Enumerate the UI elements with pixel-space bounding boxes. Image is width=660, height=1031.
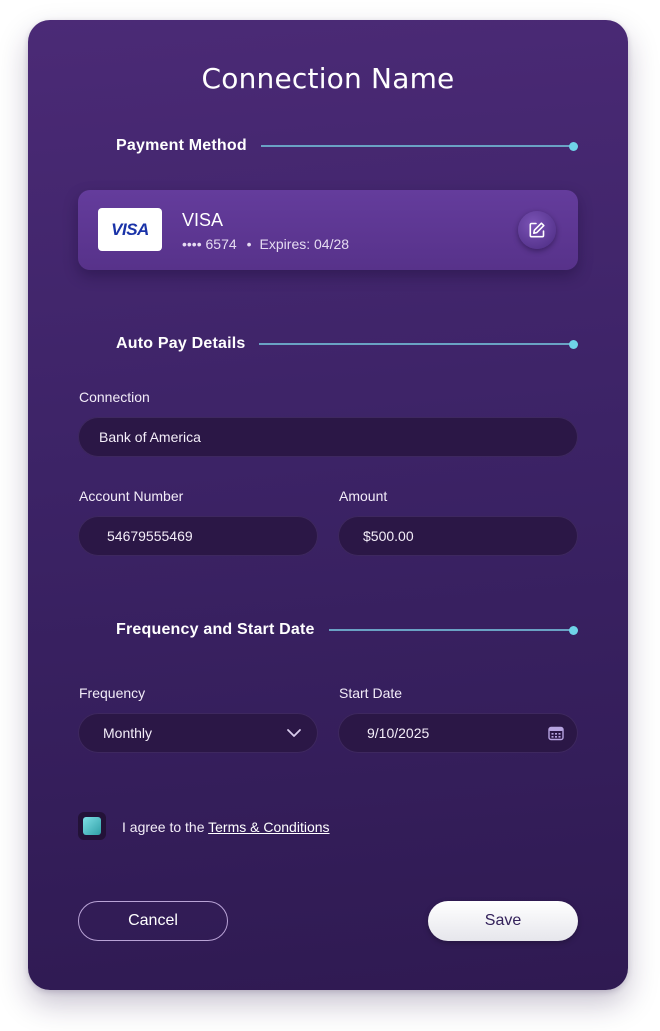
terms-prefix: I agree to the <box>122 819 209 835</box>
divider-line <box>260 145 570 147</box>
start-date-value: 9/10/2025 <box>367 725 430 741</box>
frequency-label: Frequency <box>79 685 146 701</box>
terms-checkbox[interactable] <box>78 812 106 840</box>
account-number-value: 54679555469 <box>107 528 193 544</box>
cancel-button[interactable]: Cancel <box>78 901 228 941</box>
frequency-select[interactable]: Monthly <box>78 713 318 753</box>
dialog-title: Connection Name <box>201 62 455 95</box>
connection-field[interactable]: Bank of America <box>78 417 578 457</box>
account-number-field[interactable]: 54679555469 <box>78 516 318 556</box>
terms-agreement: I agree to the Terms & Conditions <box>122 819 330 835</box>
visa-logo: VISA <box>98 208 162 251</box>
divider-line <box>328 629 570 631</box>
card-separator: • <box>246 236 252 252</box>
amount-value: $500.00 <box>363 528 414 544</box>
section-title: Frequency and Start Date <box>116 621 315 638</box>
amount-label: Amount <box>339 488 388 504</box>
divider-dot <box>569 339 578 349</box>
divider-dot <box>569 141 578 151</box>
connection-value: Bank of America <box>99 429 201 445</box>
visa-logo-text: VISA <box>111 219 149 239</box>
payment-card: VISA VISA •••• 6574 • Expires: 04/28 <box>78 190 578 270</box>
checkbox-checked-indicator <box>83 817 101 835</box>
divider-dot <box>569 625 578 635</box>
divider-line <box>259 343 570 345</box>
card-details: •••• 6574 • Expires: 04/28 <box>182 236 349 252</box>
connection-label: Connection <box>79 389 150 405</box>
start-date-field[interactable]: 9/10/2025 <box>338 713 578 753</box>
edit-card-button[interactable] <box>518 211 556 249</box>
card-expiry: Expires: 04/28 <box>259 236 350 252</box>
connection-dialog: Connection Name Payment Method VISA VISA… <box>28 20 628 990</box>
card-masked-number: •••• 6574 <box>182 236 237 252</box>
section-header-autopay: Auto Pay Details <box>116 333 578 355</box>
section-title: Payment Method <box>116 137 247 154</box>
card-brand: VISA <box>182 210 224 230</box>
edit-icon <box>529 222 545 238</box>
amount-field[interactable]: $500.00 <box>338 516 578 556</box>
chevron-down-icon <box>287 729 301 737</box>
terms-link[interactable]: Terms & Conditions <box>208 819 329 835</box>
section-title: Auto Pay Details <box>116 335 246 352</box>
calendar-icon[interactable] <box>548 725 564 741</box>
frequency-value: Monthly <box>103 725 153 741</box>
section-header-frequency: Frequency and Start Date <box>116 619 578 641</box>
start-date-label: Start Date <box>339 685 403 701</box>
section-header-payment: Payment Method <box>116 135 578 157</box>
save-button[interactable]: Save <box>428 901 578 941</box>
account-number-label: Account Number <box>79 488 184 504</box>
